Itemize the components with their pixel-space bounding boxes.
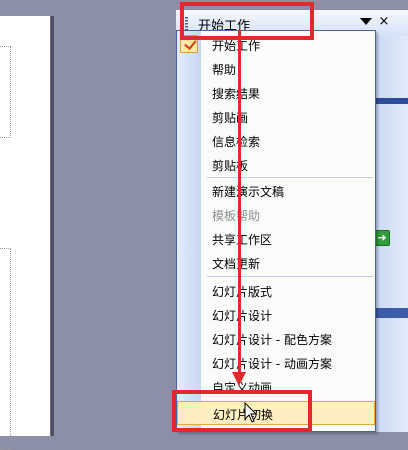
slide-canvas bbox=[0, 16, 51, 450]
menu-item-research[interactable]: 信息检索 bbox=[177, 129, 375, 153]
menu-item-label: 幻灯片设计 - 动画方案 bbox=[212, 357, 332, 371]
highlight-title-box bbox=[180, 2, 314, 40]
menu-item-help[interactable]: 帮助 bbox=[177, 57, 375, 81]
menu-item-slide-design-color-schemes[interactable]: 幻灯片设计 - 配色方案 bbox=[177, 327, 375, 351]
annotation-arrow bbox=[238, 30, 241, 375]
menu-separator bbox=[207, 177, 373, 178]
close-icon[interactable]: × bbox=[376, 14, 392, 30]
menu-item-label: 幻灯片设计 bbox=[212, 309, 273, 323]
menu-item-label: 共享工作区 bbox=[212, 233, 273, 247]
menu-item-document-updates[interactable]: 文档更新 bbox=[177, 251, 375, 275]
slide-placeholder-top bbox=[0, 46, 11, 138]
pane-divider bbox=[376, 98, 408, 104]
menu-item-label: 帮助 bbox=[212, 63, 237, 77]
chevron-down-icon[interactable] bbox=[360, 18, 372, 25]
menu-item-label: 搜索结果 bbox=[212, 87, 261, 101]
menu-item-new-presentation[interactable]: 新建演示文稿 bbox=[177, 179, 375, 203]
task-pane-menu: 开始工作 帮助 搜索结果 剪贴画 信息检索 剪贴板 新建演示文稿 模板帮助 共享… bbox=[176, 30, 376, 432]
mouse-cursor-icon bbox=[244, 402, 258, 423]
green-arrow-icon[interactable]: ➜ bbox=[374, 230, 390, 246]
menu-item-label: 文档更新 bbox=[212, 257, 261, 271]
menu-item-label: 剪贴板 bbox=[212, 159, 249, 173]
menu-item-label: 新建演示文稿 bbox=[212, 185, 285, 199]
menu-item-label: 幻灯片版式 bbox=[212, 285, 273, 299]
menu-item-slide-layout[interactable]: 幻灯片版式 bbox=[177, 279, 375, 303]
menu-item-slide-design[interactable]: 幻灯片设计 bbox=[177, 303, 375, 327]
annotation-arrow-head bbox=[232, 372, 246, 386]
menu-item-slide-design-animation-schemes[interactable]: 幻灯片设计 - 动画方案 bbox=[177, 351, 375, 375]
menu-item-label: 幻灯片设计 - 配色方案 bbox=[212, 333, 332, 347]
menu-item-label: 剪贴画 bbox=[212, 111, 249, 125]
menu-item-search-results[interactable]: 搜索结果 bbox=[177, 81, 375, 105]
menu-separator bbox=[207, 276, 373, 277]
menu-item-label: 信息检索 bbox=[212, 135, 261, 149]
menu-item-label: 模板帮助 bbox=[212, 209, 261, 223]
highlight-transition-box bbox=[172, 390, 312, 432]
slide-placeholder-bottom bbox=[0, 248, 11, 450]
pane-divider bbox=[376, 308, 408, 318]
menu-item-template-help: 模板帮助 bbox=[177, 203, 375, 227]
menu-item-shared-workspace[interactable]: 共享工作区 bbox=[177, 227, 375, 251]
menu-item-clipboard[interactable]: 剪贴板 bbox=[177, 153, 375, 177]
menu-item-clip-art[interactable]: 剪贴画 bbox=[177, 105, 375, 129]
